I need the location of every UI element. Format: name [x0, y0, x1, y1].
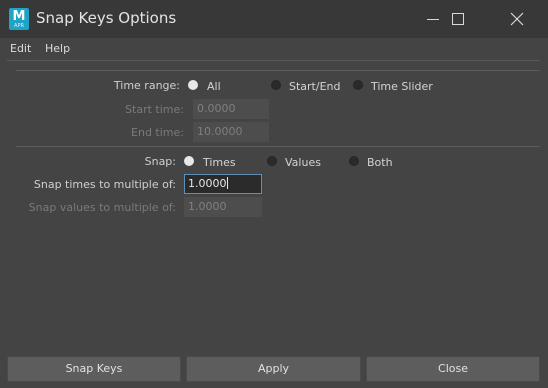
- snap-both-radio[interactable]: [349, 156, 359, 166]
- maximize-icon: [452, 13, 464, 25]
- snap-times-multiple-label: Snap times to multiple of:: [33, 178, 176, 191]
- top-divider: [16, 70, 540, 71]
- time-range-startend-radio[interactable]: [271, 80, 281, 90]
- snap-values-label[interactable]: Values: [285, 156, 321, 169]
- start-time-label: Start time:: [125, 103, 184, 116]
- close-button[interactable]: Close: [366, 356, 540, 382]
- time-range-label: Time range:: [113, 79, 180, 92]
- snap-times-multiple-field[interactable]: 1.0000: [184, 174, 262, 194]
- snap-times-multiple-value: 1.0000: [188, 177, 227, 190]
- snap-values-multiple-field[interactable]: 1.0000: [184, 197, 262, 217]
- snap-label: Snap:: [144, 155, 176, 168]
- snap-values-multiple-label: Snap values to multiple of:: [28, 201, 176, 214]
- menu-bar: Edit Help: [0, 38, 548, 60]
- snap-times-radio[interactable]: [184, 156, 194, 166]
- window-title: Snap Keys Options: [36, 9, 177, 27]
- time-range-startend-label[interactable]: Start/End: [289, 80, 340, 93]
- end-time-label: End time:: [131, 126, 184, 139]
- close-window-button[interactable]: [494, 0, 540, 38]
- app-icon-letter: M: [12, 9, 26, 24]
- time-range-all-radio[interactable]: [188, 80, 198, 90]
- middle-divider: [16, 146, 540, 147]
- start-time-field[interactable]: 0.0000: [193, 99, 269, 119]
- time-range-all-label[interactable]: All: [207, 80, 221, 93]
- app-icon: M APR: [9, 8, 29, 30]
- time-range-timeslider-radio[interactable]: [353, 80, 363, 90]
- text-caret: [226, 177, 228, 189]
- snap-values-radio[interactable]: [267, 156, 277, 166]
- menu-help[interactable]: Help: [45, 42, 70, 55]
- app-icon-sublabel: APR: [14, 23, 24, 29]
- title-bar: M APR Snap Keys Options: [0, 0, 548, 38]
- maximize-button[interactable]: [435, 0, 481, 38]
- snap-both-label[interactable]: Both: [367, 156, 393, 169]
- snap-times-label[interactable]: Times: [203, 156, 236, 169]
- menu-edit[interactable]: Edit: [10, 42, 31, 55]
- time-range-timeslider-label[interactable]: Time Slider: [371, 80, 433, 93]
- close-icon: [510, 12, 524, 26]
- end-time-field[interactable]: 10.0000: [193, 122, 269, 142]
- apply-button[interactable]: Apply: [186, 356, 361, 382]
- snap-keys-button[interactable]: Snap Keys: [7, 356, 181, 382]
